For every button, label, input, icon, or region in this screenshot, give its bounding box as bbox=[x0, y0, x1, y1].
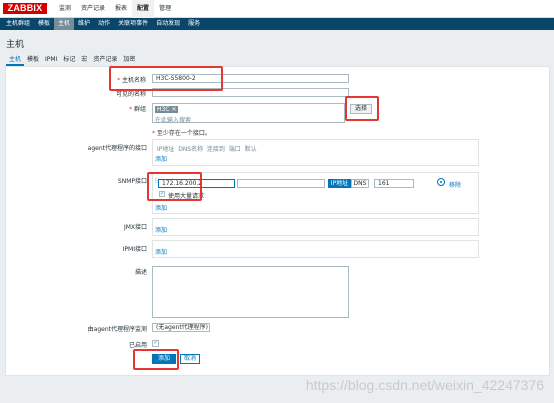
ipmi-interface-label: IPMI接口 bbox=[122, 246, 147, 253]
groups-label: * 群组 bbox=[129, 106, 146, 113]
submenu-discovery[interactable]: 自动发现 bbox=[152, 18, 184, 30]
highlight-select-button bbox=[345, 96, 379, 121]
jmx-interface-label: JMX接口 bbox=[123, 224, 147, 231]
agent-interface-box: IP地址 DNS名称 连接到 端口 默认 添加 bbox=[152, 139, 479, 166]
page-title: 主机 bbox=[6, 40, 25, 50]
tab-host[interactable]: 主机 bbox=[6, 55, 25, 66]
tab-tags[interactable]: 标记 bbox=[60, 55, 78, 66]
interface-required-note: * 至少存在一个接口。 bbox=[152, 130, 211, 137]
enabled-label: 已启用 bbox=[128, 342, 147, 349]
menu-configuration[interactable]: 配置 bbox=[132, 0, 155, 18]
menu-administration[interactable]: 管理 bbox=[154, 0, 176, 18]
interface-column-headers: IP地址 DNS名称 连接到 端口 默认 bbox=[157, 146, 257, 153]
proxy-label: 由agent代理程序监测 bbox=[87, 326, 147, 333]
snmp-dns-input[interactable] bbox=[237, 179, 325, 188]
submenu-hosts[interactable]: 主机 bbox=[54, 18, 75, 30]
submenu-maintenance[interactable]: 维护 bbox=[74, 18, 94, 30]
tab-encryption[interactable]: 加密 bbox=[120, 55, 138, 66]
snmp-interface-label: SNMP接口 bbox=[117, 178, 147, 185]
main-menu: 监测 资产记录 报表 配置 管理 bbox=[54, 0, 176, 18]
submenu-services[interactable]: 服务 bbox=[184, 18, 204, 30]
snmp-add-link[interactable]: 添加 bbox=[155, 203, 167, 212]
enabled-checkbox[interactable]: ✓ bbox=[152, 340, 159, 347]
tab-macros[interactable]: 宏 bbox=[78, 55, 90, 66]
remove-group-icon[interactable]: ✕ bbox=[171, 106, 176, 113]
menu-inventory[interactable]: 资产记录 bbox=[76, 0, 110, 18]
group-tag: H3C ✕ bbox=[155, 106, 179, 113]
highlight-add-button bbox=[133, 349, 179, 370]
sub-menu-bar: 主机群组 模板 主机 维护 动作 关联项事件 自动发现 服务 bbox=[0, 18, 554, 30]
top-header: ZABBIX 监测 资产记录 报表 配置 管理 bbox=[0, 0, 554, 18]
submenu-host-groups[interactable]: 主机群组 bbox=[2, 18, 34, 30]
ipmi-add-link[interactable]: 添加 bbox=[155, 247, 167, 256]
snmp-remove-link[interactable]: 移除 bbox=[449, 180, 461, 189]
submenu-actions[interactable]: 动作 bbox=[94, 18, 114, 30]
proxy-select[interactable]: (无agent代理程序) ▾ bbox=[152, 323, 210, 332]
highlight-snmp-ip bbox=[147, 172, 202, 201]
menu-reports[interactable]: 报表 bbox=[110, 0, 132, 18]
cancel-button[interactable]: 取消 bbox=[180, 354, 200, 364]
jmx-add-link[interactable]: 添加 bbox=[155, 225, 167, 234]
watermark-text: https://blog.csdn.net/weixin_42247376 bbox=[305, 377, 544, 393]
submenu-templates[interactable]: 模板 bbox=[34, 18, 54, 30]
groups-multiselect[interactable]: H3C ✕ 在此输入搜索 bbox=[152, 103, 345, 124]
tab-inventory[interactable]: 资产记录 bbox=[90, 55, 120, 66]
jmx-interface-box: 添加 bbox=[152, 218, 479, 236]
snmp-default-radio[interactable] bbox=[438, 179, 444, 185]
snmp-connect-ip-button[interactable]: IP地址 bbox=[328, 179, 351, 188]
submenu-event-correlation[interactable]: 关联项事件 bbox=[114, 18, 152, 30]
tab-templates[interactable]: 模板 bbox=[24, 55, 42, 66]
description-textarea[interactable] bbox=[152, 266, 349, 318]
description-label: 描述 bbox=[134, 269, 147, 276]
ipmi-interface-box: 添加 bbox=[152, 240, 479, 258]
snmp-port-input[interactable]: 161 bbox=[374, 179, 414, 188]
agent-add-link[interactable]: 添加 bbox=[155, 154, 167, 163]
menu-monitoring[interactable]: 监测 bbox=[54, 0, 76, 18]
snmp-connect-dns-button[interactable]: DNS bbox=[351, 179, 369, 188]
highlight-hostname bbox=[109, 66, 223, 91]
tab-ipmi[interactable]: IPMI bbox=[42, 55, 60, 66]
form-tabs: 主机 模板 IPMI 标记 宏 资产记录 加密 bbox=[6, 55, 138, 66]
agent-interface-label: agent代理程序的接口 bbox=[87, 145, 147, 152]
zabbix-logo[interactable]: ZABBIX bbox=[3, 3, 47, 14]
groups-search-placeholder[interactable]: 在此输入搜索 bbox=[155, 115, 191, 124]
